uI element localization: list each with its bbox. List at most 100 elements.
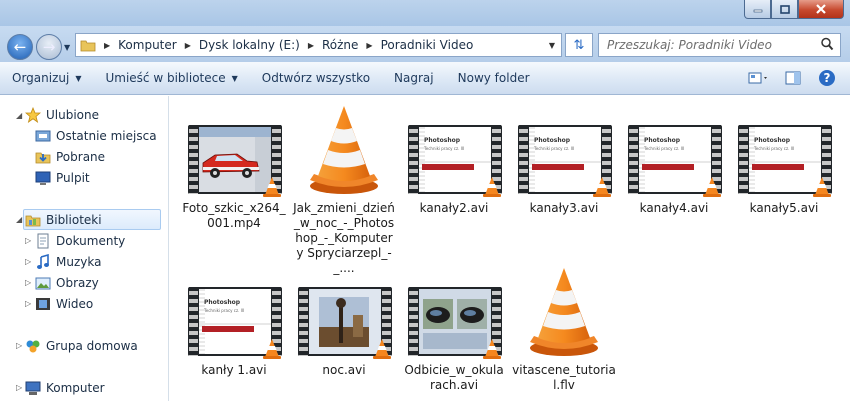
nav-videos[interactable]: Wideo [34, 293, 93, 314]
nav-favorites-label: Ulubione [46, 107, 100, 122]
nav-pictures[interactable]: Obrazy [34, 272, 99, 293]
file-name: Foto_szkic_x264_001.mp4 [182, 201, 286, 230]
thumb-subtitle: Techniki pracy cz. III [644, 146, 685, 151]
nav-downloads[interactable]: Pobrane [34, 146, 105, 167]
video-thumbnail: Photoshop Techniki pracy cz. III [626, 122, 722, 198]
nav-homegroup[interactable]: Grupa domowa [24, 335, 138, 356]
search-input[interactable] [599, 34, 809, 56]
command-bar: Organizuj ▼ Umieść w bibliotece ▼ Odtwórz … [0, 62, 850, 95]
documents-icon [34, 232, 51, 249]
include-in-library-button[interactable]: Umieść w bibliotece ▼ [93, 65, 249, 91]
expand-arrow-icon[interactable]: ▷ [25, 257, 31, 266]
preview-pane-button[interactable] [782, 68, 804, 88]
chevron-down-icon: ▼ [75, 73, 82, 83]
maximize-button[interactable] [771, 0, 798, 19]
file-item[interactable]: Foto_szkic_x264_001.mp4 [182, 122, 286, 231]
thumb-subtitle: Techniki pracy cz. III [424, 146, 465, 151]
thumb-title: Photoshop [534, 137, 571, 144]
collapse-arrow-icon[interactable]: ◢ [16, 111, 22, 120]
nav-computer[interactable]: Komputer [24, 377, 105, 398]
nav-downloads-label: Pobrane [56, 149, 106, 164]
address-history-dropdown[interactable]: ▼ [549, 41, 555, 50]
nav-pictures-label: Obrazy [56, 275, 99, 290]
nav-documents[interactable]: Dokumenty [34, 230, 125, 251]
address-bar[interactable]: ▶ Komputer ▶ Dysk lokalny (E:) ▶ Różne ▶… [75, 33, 562, 57]
recent-pages-dropdown[interactable]: ▼ [64, 43, 70, 52]
thumb-subtitle: Techniki pracy cz. III [534, 146, 575, 151]
file-name: Jak_zmieni_dzień_w_noc_-_Photoshop_-_Kom… [293, 201, 395, 275]
downloads-icon [34, 148, 51, 165]
breadcrumb-rozne[interactable]: Różne [318, 34, 362, 56]
thumb-subtitle: Techniki pracy cz. III [754, 146, 795, 151]
title-bar [0, 0, 850, 26]
nav-libraries[interactable]: Biblioteki [23, 209, 161, 230]
star-icon [24, 106, 41, 123]
search-box[interactable] [598, 33, 841, 57]
nav-favorites[interactable]: Ulubione [24, 104, 99, 125]
burn-button[interactable]: Nagraj [382, 65, 446, 91]
expand-arrow-icon[interactable]: ▷ [25, 236, 31, 245]
breadcrumb-separator[interactable]: ▶ [181, 41, 195, 50]
file-item[interactable]: Photoshop Techniki pracy cz. III kanały3… [512, 122, 616, 216]
vlc-cone-icon [813, 177, 831, 197]
breadcrumb-separator[interactable]: ▶ [100, 41, 114, 50]
thumb-title: Photoshop [754, 137, 791, 144]
vlc-thumbnail [296, 104, 392, 198]
nav-recent-label: Ostatnie miejsca [56, 128, 157, 143]
organize-button[interactable]: Organizuj ▼ [0, 65, 93, 91]
search-icon[interactable] [820, 37, 834, 51]
vlc-cone-icon [263, 339, 281, 359]
nav-homegroup-label: Grupa domowa [46, 338, 138, 353]
libraries-icon [24, 211, 41, 228]
video-thumbnail: Photoshop Techniki pracy cz. III [736, 122, 832, 198]
nav-recent-places[interactable]: Ostatnie miejsca [34, 125, 157, 146]
minimize-button[interactable] [744, 0, 771, 19]
video-thumbnail: Photoshop Techniki pracy cz. III [516, 122, 612, 198]
expand-arrow-icon[interactable]: ▷ [25, 299, 31, 308]
file-item[interactable]: Photoshop Techniki pracy cz. III kanały2… [402, 122, 506, 216]
expand-arrow-icon[interactable]: ▷ [16, 383, 22, 392]
video-thumbnail: Photoshop Techniki pracy cz. III [186, 284, 282, 360]
expand-arrow-icon[interactable]: ▷ [25, 278, 31, 287]
thumb-title: Photoshop [204, 299, 241, 306]
nav-desktop-label: Pulpit [56, 170, 90, 185]
close-icon [816, 4, 826, 14]
forward-button[interactable]: → [36, 34, 62, 60]
file-item[interactable]: Jak_zmieni_dzień_w_noc_-_Photoshop_-_Kom… [292, 104, 396, 276]
help-button[interactable]: ? [816, 68, 838, 88]
breadcrumb-computer[interactable]: Komputer [114, 34, 181, 56]
arrow-right-icon: → [42, 38, 56, 56]
file-item[interactable]: vitascene_tutorial.flv [512, 266, 616, 393]
refresh-button[interactable]: ⇅ [565, 33, 593, 57]
file-item[interactable]: noc.avi [292, 284, 396, 378]
svg-text:?: ? [824, 71, 831, 85]
change-view-button[interactable] [748, 68, 770, 88]
chevron-down-icon: ▼ [231, 73, 238, 83]
file-name: noc.avi [322, 363, 366, 377]
file-item[interactable]: Photoshop Techniki pracy cz. III kanły 1… [182, 284, 286, 378]
expand-arrow-icon[interactable]: ▷ [16, 341, 22, 350]
file-item[interactable]: Odbicie_w_okularach.avi [402, 284, 506, 393]
breadcrumb-drive[interactable]: Dysk lokalny (E:) [195, 34, 304, 56]
collapse-arrow-icon[interactable]: ◢ [16, 215, 22, 224]
homegroup-icon [24, 337, 41, 354]
new-folder-button[interactable]: Nowy folder [446, 65, 542, 91]
back-button[interactable]: ← [7, 34, 33, 60]
breadcrumb-current[interactable]: Poradniki Video [377, 34, 478, 56]
file-name: Odbicie_w_okularach.avi [404, 363, 504, 392]
file-name: kanały5.avi [749, 201, 819, 215]
view-controls: ? [748, 68, 838, 88]
recent-places-icon [34, 127, 51, 144]
breadcrumb-separator[interactable]: ▶ [362, 41, 376, 50]
nav-music[interactable]: Muzyka [34, 251, 101, 272]
file-item[interactable]: Photoshop Techniki pracy cz. III kanały4… [622, 122, 726, 216]
file-list: Foto_szkic_x264_001.mp4 Jak_zmieni_dzień… [170, 96, 850, 401]
refresh-icon: ⇅ [573, 37, 585, 53]
breadcrumb-separator[interactable]: ▶ [304, 41, 318, 50]
nav-desktop[interactable]: Pulpit [34, 167, 90, 188]
thumb-subtitle: Techniki pracy cz. III [204, 308, 245, 313]
play-all-button[interactable]: Odtwórz wszystko [250, 65, 382, 91]
file-name: kanły 1.avi [201, 363, 267, 377]
file-item[interactable]: Photoshop Techniki pracy cz. III kanały5… [732, 122, 836, 216]
close-button[interactable] [798, 0, 844, 19]
